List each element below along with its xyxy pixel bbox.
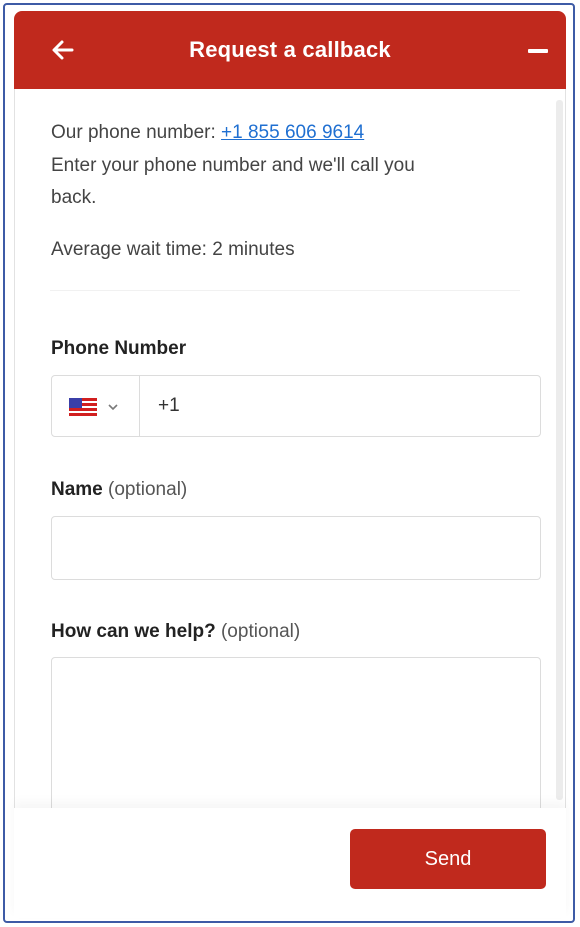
name-label: Name (optional) xyxy=(51,479,187,501)
phone-field xyxy=(51,375,541,437)
help-label-text: How can we help? xyxy=(51,621,216,642)
phone-prefix-text: Our phone number: xyxy=(51,122,222,143)
name-label-text: Name xyxy=(51,479,103,500)
wait-time-text: Average wait time: 2 minutes xyxy=(51,239,295,260)
send-button[interactable]: Send xyxy=(350,829,546,889)
help-optional-text: (optional) xyxy=(220,621,301,642)
phone-label-text: Phone Number xyxy=(51,338,187,359)
phone-input[interactable] xyxy=(140,376,540,436)
name-input[interactable] xyxy=(52,517,540,579)
minus-icon[interactable] xyxy=(528,49,548,53)
phone-number-link[interactable]: +1 855 606 9614 xyxy=(221,122,364,143)
header-bar: Request a callback xyxy=(14,11,566,89)
scrollbar[interactable] xyxy=(556,100,563,800)
header-title: Request a callback xyxy=(189,37,391,62)
instructions-line-1: Enter your phone number and we'll call y… xyxy=(51,155,415,176)
name-optional-text: (optional) xyxy=(108,479,188,500)
help-textarea[interactable] xyxy=(52,658,540,826)
phone-number-line: Our phone number: +1 855 606 9614 xyxy=(51,117,364,148)
instructions-line-2: back. xyxy=(51,187,97,208)
divider xyxy=(50,290,520,291)
name-field xyxy=(51,516,541,580)
country-selector[interactable] xyxy=(52,376,140,436)
phone-number-label: Phone Number xyxy=(51,338,186,360)
help-label: How can we help? (optional) xyxy=(51,621,300,643)
help-field xyxy=(51,657,541,827)
chevron-down-icon xyxy=(108,404,118,411)
us-flag-icon xyxy=(69,398,97,416)
